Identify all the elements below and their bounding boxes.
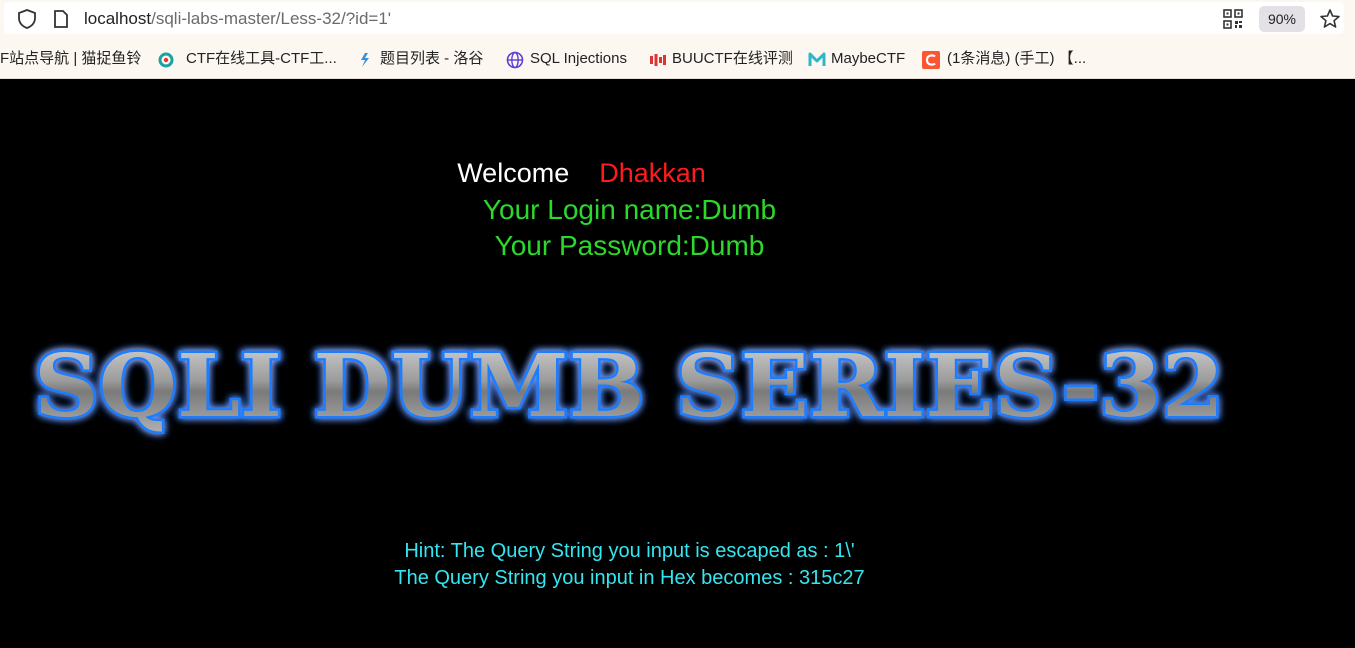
- welcome-name: Dhakkan: [599, 158, 706, 188]
- luogu-icon: [361, 53, 369, 67]
- bookmark-item[interactable]: F站点导航 | 猫捉鱼铃: [0, 38, 141, 78]
- url-input[interactable]: localhost/sqli-labs-master/Less-32/?id=1…: [84, 9, 391, 29]
- banner-text: SQLI DUMB SERIES-32: [34, 336, 1224, 437]
- page-icon: [54, 10, 68, 28]
- sqli-dumb-series-banner: SQLI DUMB SERIES-32: [32, 334, 1227, 440]
- hint-text: Hint: The Query String you input is esca…: [404, 540, 855, 562]
- bookmark-item[interactable]: SQL Injections: [530, 38, 627, 78]
- address-bar: localhost/sqli-labs-master/Less-32/?id=1…: [0, 0, 1355, 38]
- buuctf-icon: [650, 54, 666, 66]
- welcome-line: Welcome Dhakkan: [0, 158, 1259, 189]
- csdn-icon: [922, 51, 940, 69]
- welcome-label: Welcome: [457, 158, 570, 188]
- qr-code-icon[interactable]: [1222, 8, 1244, 30]
- zoom-level-button[interactable]: 90%: [1259, 6, 1305, 32]
- url-host: localhost: [84, 9, 152, 28]
- url-path: /sqli-labs-master/Less-32/?id=1': [151, 9, 392, 28]
- bookmarks-bar: F站点导航 | 猫捉鱼铃 CTF在线工具-CTF工... 题目列表 - 洛谷 S…: [0, 38, 1355, 79]
- bookmark-item[interactable]: CTF在线工具-CTF工...: [186, 38, 337, 78]
- password-text: Your Password:Dumb: [494, 230, 765, 261]
- bookmark-item[interactable]: 题目列表 - 洛谷: [380, 38, 483, 78]
- url-field-container[interactable]: localhost/sqli-labs-master/Less-32/?id=1…: [4, 2, 1344, 34]
- bookmark-item[interactable]: (1条消息) (手工) 【...: [947, 38, 1086, 78]
- maybectf-icon: [808, 52, 826, 66]
- shield-icon[interactable]: [16, 8, 38, 30]
- hex-text: The Query String you input in Hex become…: [394, 567, 865, 589]
- bookmark-item[interactable]: MaybeCTF: [831, 38, 905, 78]
- globe-icon: [506, 51, 524, 69]
- login-name-text: Your Login name:Dumb: [482, 194, 777, 225]
- bookmark-star-icon[interactable]: [1318, 7, 1342, 31]
- bookmark-item[interactable]: BUUCTF在线评测: [672, 38, 793, 78]
- ctf-tools-icon: [158, 52, 174, 68]
